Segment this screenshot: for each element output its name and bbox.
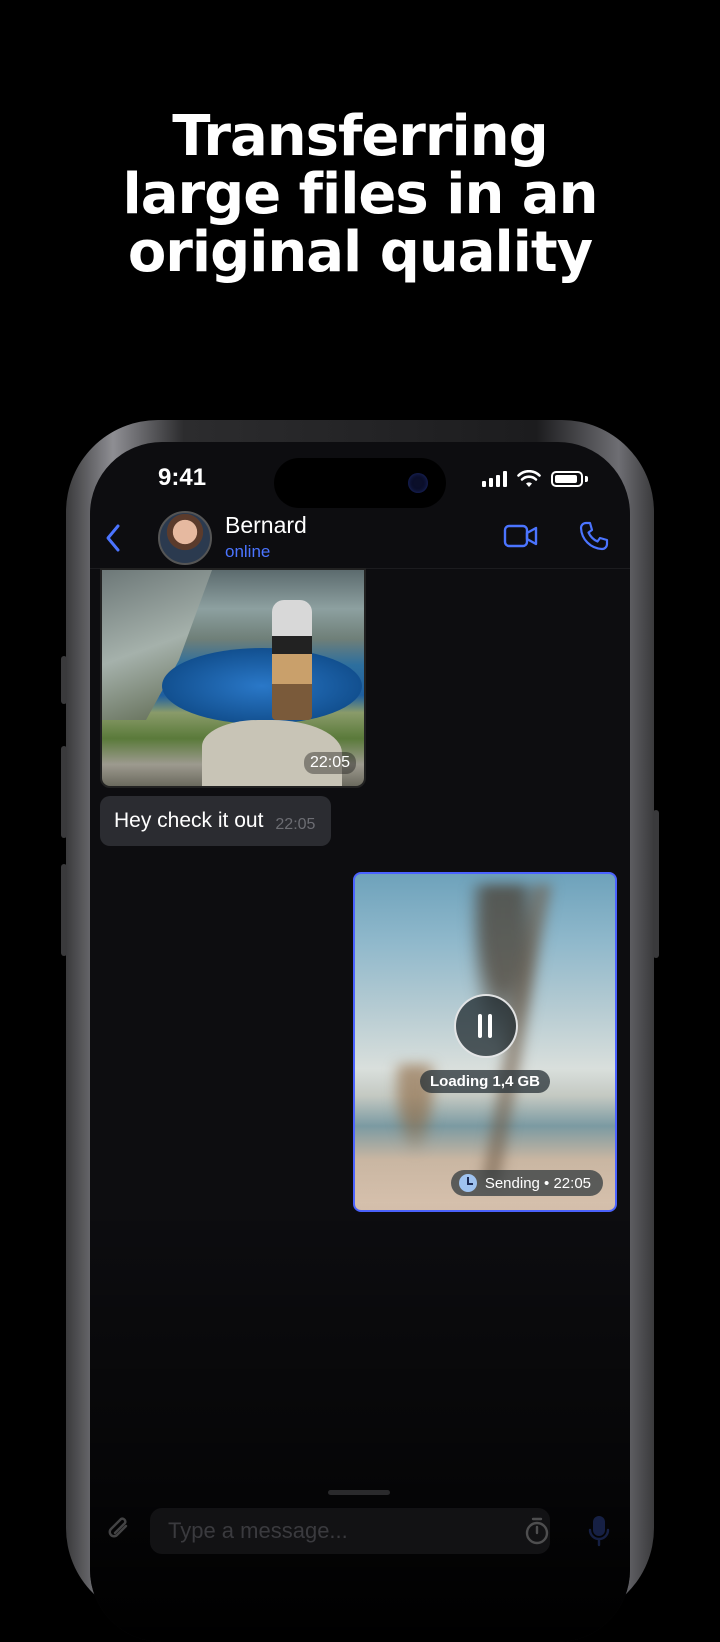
message-composer: Type a message... <box>90 1502 630 1562</box>
mic-icon[interactable] <box>588 1514 610 1548</box>
bottom-fade <box>90 1202 630 1642</box>
sending-status: Sending • 22:05 <box>450 1170 603 1196</box>
status-time: 9:41 <box>158 464 207 491</box>
battery-tip <box>585 476 588 482</box>
promo-headline: Transferring large files in an original … <box>0 108 720 282</box>
photo-hiker <box>272 600 312 720</box>
contact-status: online <box>225 542 271 561</box>
clock-icon <box>458 1174 477 1192</box>
timer-icon[interactable] <box>522 1516 552 1546</box>
contact-name[interactable]: Bernard <box>225 512 307 539</box>
headline-line-3: original quality <box>127 220 593 285</box>
battery-icon <box>551 471 583 487</box>
text-message-bubble[interactable]: Hey check it out 22:05 <box>100 796 332 846</box>
wifi-icon <box>517 470 541 487</box>
sheet-grabber[interactable] <box>328 1490 390 1495</box>
video-message[interactable]: Loading 1,4 GB Sending • 22:05 <box>353 872 617 1212</box>
dynamic-island <box>274 458 446 508</box>
chat-header: Bernard online <box>90 508 630 569</box>
headline-line-2: large files in an <box>122 162 599 227</box>
headline-line-1: Transferring <box>172 104 548 169</box>
video-call-icon[interactable] <box>503 522 539 550</box>
power-button <box>653 810 659 958</box>
photo-timestamp: 22:05 <box>303 752 356 774</box>
phone-call-icon[interactable] <box>578 520 610 552</box>
avatar[interactable] <box>158 511 212 565</box>
status-icons <box>482 470 588 488</box>
text-message: Hey check it out <box>114 809 264 832</box>
action-button <box>61 656 67 704</box>
pause-button[interactable] <box>454 994 518 1058</box>
message-input[interactable]: Type a message... <box>150 1508 550 1554</box>
volume-up-button <box>61 746 67 838</box>
loading-label: Loading 1,4 GB <box>420 1070 551 1093</box>
back-icon[interactable] <box>100 520 128 556</box>
signal-icon <box>482 471 507 487</box>
camera-icon <box>408 473 428 493</box>
attach-icon[interactable] <box>104 1514 134 1544</box>
photo-message[interactable]: 22:05 <box>100 568 366 788</box>
text-message-time: 22:05 <box>275 816 316 833</box>
volume-down-button <box>61 864 67 956</box>
sending-status-text: Sending • 22:05 <box>484 1174 591 1192</box>
photo-lake <box>162 648 362 724</box>
phone-screen: 9:41 Bernard online 22:05 Hey check it o… <box>90 442 630 1642</box>
pause-icon <box>478 1014 482 1038</box>
